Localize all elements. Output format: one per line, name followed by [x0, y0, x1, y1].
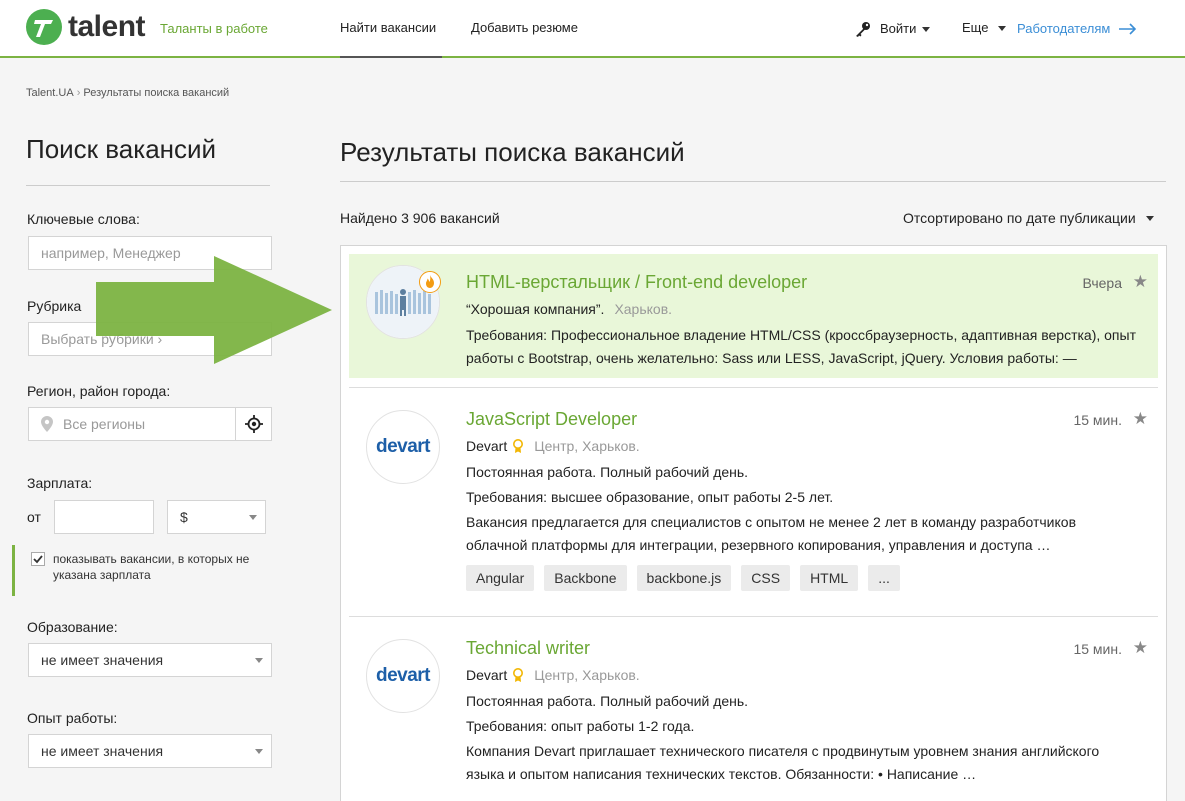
skill-tag[interactable]: CSS	[741, 565, 791, 591]
job-description: Требования: Профессиональное владение HT…	[466, 327, 1136, 366]
medal-icon	[513, 667, 524, 682]
posted-time: 15 мин.	[1073, 412, 1122, 428]
skill-tag[interactable]: HTML	[800, 565, 859, 591]
experience-value: не имеет значения	[41, 743, 164, 759]
more-menu[interactable]: Еще	[962, 0, 1007, 58]
chevron-down-icon	[998, 26, 1007, 32]
more-tags-button[interactable]: ...	[868, 565, 900, 591]
job-description: Компания Devart приглашает технического …	[466, 743, 1100, 782]
sidebar-title: Поиск вакансий	[26, 134, 270, 186]
posted-time: Вчера	[1082, 275, 1122, 291]
company-line: Devart Центр, Харьков.	[466, 667, 640, 683]
sort-label: Отсортировано по дате публикации	[903, 210, 1136, 226]
job-card[interactable]: devart JavaScript Developer 15 мин. ★ De…	[349, 388, 1158, 616]
company-line: Devart Центр, Харьков.	[466, 438, 640, 454]
skill-tag[interactable]: backbone.js	[636, 565, 732, 591]
experience-select[interactable]: не имеет значения	[28, 734, 272, 768]
company-line: “Хорошая компания”. Харьков.	[466, 301, 672, 317]
skill-tag[interactable]: Angular	[466, 565, 535, 591]
star-icon[interactable]: ★	[1133, 638, 1148, 658]
star-icon[interactable]: ★	[1133, 272, 1148, 292]
page-title: Результаты поиска вакансий	[340, 137, 685, 167]
tagline: Таланты в работе	[160, 21, 268, 36]
company-name[interactable]: Devart	[466, 667, 507, 683]
nav-add-resume[interactable]: Добавить резюме	[471, 0, 578, 58]
posted-time: 15 мин.	[1073, 641, 1122, 657]
chevron-down-icon	[255, 749, 263, 754]
breadcrumb-separator-icon: ›	[76, 87, 81, 99]
geolocate-button[interactable]	[235, 408, 271, 440]
education-value: не имеет значения	[41, 652, 164, 668]
star-icon[interactable]: ★	[1133, 409, 1148, 429]
currency-select[interactable]: $	[167, 500, 266, 534]
arrow-right-icon	[1119, 23, 1137, 35]
keywords-label: Ключевые слова:	[27, 211, 140, 227]
company-logo: devart	[366, 639, 440, 713]
currency-value: $	[180, 509, 188, 525]
skill-tag[interactable]: Backbone	[544, 565, 627, 591]
chevron-down-icon	[922, 26, 931, 32]
talent-logo[interactable]: talent	[26, 9, 146, 45]
location-pin-icon	[41, 416, 53, 432]
salary-label: Зарплата:	[27, 475, 93, 491]
job-card[interactable]: devart Technical writer 15 мин. ★ Devart…	[349, 617, 1158, 801]
salary-from-label: от	[27, 509, 41, 525]
job-employment: Постоянная работа. Полный рабочий день.	[466, 464, 749, 480]
salary-input[interactable]	[54, 500, 154, 534]
breadcrumb-current: Результаты поиска вакансий	[83, 87, 230, 99]
breadcrumb-home[interactable]: Talent.UA	[26, 87, 74, 99]
site-header: talent Таланты в работе Найти вакансии Д…	[0, 0, 1185, 58]
company-name[interactable]: “Хорошая компания”.	[466, 301, 604, 317]
main-nav: Найти вакансии Добавить резюме	[340, 0, 578, 58]
employers-label: Работодателям	[1017, 21, 1111, 36]
job-city: Харьков.	[614, 301, 673, 317]
company-logo: devart	[366, 410, 440, 484]
checkmark-icon	[33, 555, 43, 564]
more-label: Еще	[962, 20, 989, 35]
login-button[interactable]: Войти	[854, 0, 931, 58]
employers-link[interactable]: Работодателям	[1017, 0, 1137, 58]
sort-dropdown[interactable]: Отсортировано по дате публикации	[903, 210, 1154, 226]
logo-text: talent	[68, 10, 146, 43]
rubric-label: Рубрика	[27, 298, 82, 314]
job-title[interactable]: Technical writer	[466, 638, 590, 659]
no-salary-filter: показывать вакансии, в которых не указан…	[12, 545, 258, 596]
login-label: Войти	[880, 21, 917, 36]
company-logo-text: devart	[375, 436, 431, 457]
no-salary-checkbox-label[interactable]: показывать вакансии, в которых не указан…	[53, 551, 263, 583]
chevron-down-icon	[1145, 215, 1154, 221]
job-employment: Постоянная работа. Полный рабочий день.	[466, 693, 749, 709]
target-icon	[244, 415, 263, 433]
region-input[interactable]: Все регионы	[28, 407, 272, 441]
breadcrumb: Talent.UA › Результаты поиска вакансий	[26, 87, 229, 99]
arrow-right-icon	[96, 256, 332, 364]
education-label: Образование:	[27, 619, 118, 635]
chevron-down-icon	[255, 658, 263, 663]
no-salary-checkbox[interactable]	[31, 552, 45, 566]
job-city: Центр, Харьков.	[534, 438, 640, 454]
job-title[interactable]: JavaScript Developer	[466, 409, 637, 430]
job-card[interactable]: HTML-верстальщик / Front-end developer В…	[349, 254, 1158, 378]
job-description: Вакансия предлагается для специалистов с…	[466, 514, 1077, 553]
logo-icon	[26, 9, 62, 45]
key-icon	[856, 22, 870, 37]
job-requirements: Требования: опыт работы 1-2 года.	[466, 718, 695, 734]
job-requirements: Требования: высшее образование, опыт раб…	[466, 489, 834, 505]
education-select[interactable]: не имеет значения	[28, 643, 272, 677]
skill-tags: Angular Backbone backbone.js CSS HTML ..…	[466, 565, 900, 591]
results-list: HTML-верстальщик / Front-end developer В…	[340, 245, 1167, 801]
region-placeholder: Все регионы	[63, 416, 146, 432]
hot-vacancy-icon	[419, 271, 441, 293]
title-divider	[340, 181, 1166, 182]
experience-label: Опыт работы:	[27, 710, 118, 726]
results-count: Найдено 3 906 вакансий	[340, 210, 500, 226]
chevron-down-icon	[249, 515, 257, 520]
job-title[interactable]: HTML-верстальщик / Front-end developer	[466, 272, 807, 293]
job-city: Центр, Харьков.	[534, 667, 640, 683]
region-label: Регион, район города:	[27, 383, 171, 399]
nav-find-jobs[interactable]: Найти вакансии	[340, 0, 442, 58]
company-logo-text: devart	[375, 665, 431, 686]
company-name[interactable]: Devart	[466, 438, 507, 454]
medal-icon	[513, 438, 524, 453]
